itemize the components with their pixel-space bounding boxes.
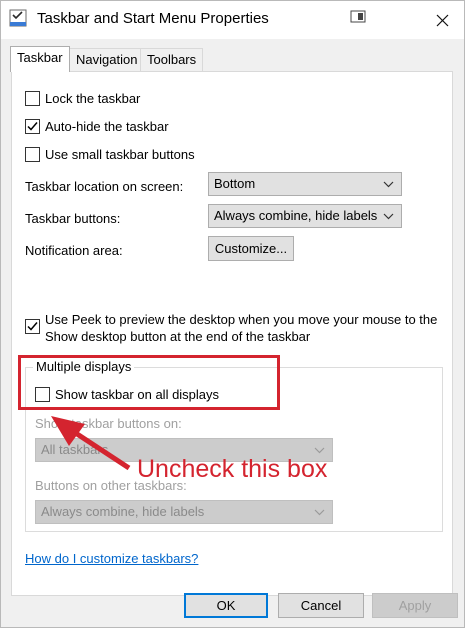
autohide-label: Auto-hide the taskbar xyxy=(45,119,169,134)
taskbar-buttons-value: Always combine, hide labels xyxy=(214,208,378,223)
chevron-down-icon xyxy=(314,509,325,516)
tab-taskbar[interactable]: Taskbar xyxy=(10,46,70,72)
chevron-down-icon xyxy=(383,213,394,220)
taskbar-app-icon xyxy=(9,9,27,27)
arrow-annotation-icon xyxy=(51,416,131,471)
notification-area-label: Notification area: xyxy=(25,243,123,258)
tab-toolbars[interactable]: Toolbars xyxy=(140,48,204,71)
small-buttons-checkbox[interactable] xyxy=(25,147,40,162)
small-buttons-row[interactable]: Use small taskbar buttons xyxy=(25,146,195,163)
lock-taskbar-label: Lock the taskbar xyxy=(45,91,141,106)
other-taskbars-select[interactable]: Always combine, hide labels xyxy=(35,500,333,524)
chevron-down-icon xyxy=(314,447,325,454)
help-link[interactable]: How do I customize taskbars? xyxy=(25,551,198,566)
location-select[interactable]: Bottom xyxy=(208,172,402,196)
chevron-down-icon xyxy=(383,181,394,188)
help-window-icon[interactable] xyxy=(349,9,371,25)
ok-button[interactable]: OK xyxy=(184,593,268,618)
title-bar: Taskbar and Start Menu Properties xyxy=(1,1,464,39)
taskbar-buttons-label: Taskbar buttons: xyxy=(25,211,121,226)
lock-taskbar-row[interactable]: Lock the taskbar xyxy=(25,90,140,107)
peek-checkbox[interactable] xyxy=(25,319,40,334)
autohide-row[interactable]: Auto-hide the taskbar xyxy=(25,118,169,135)
properties-dialog: Taskbar and Start Menu Properties Taskba… xyxy=(0,0,465,628)
other-taskbars-value: Always combine, hide labels xyxy=(41,504,205,519)
checkmark-icon xyxy=(27,122,38,131)
peek-label-line1: Use Peek to preview the desktop when you… xyxy=(45,312,438,327)
peek-row[interactable]: Use Peek to preview the desktop when you… xyxy=(25,311,437,345)
location-label: Taskbar location on screen: xyxy=(25,179,184,194)
checkmark-icon xyxy=(27,322,38,331)
annotation-text: Uncheck this box xyxy=(137,455,328,483)
close-button[interactable] xyxy=(421,3,463,37)
small-buttons-label: Use small taskbar buttons xyxy=(45,147,195,162)
customize-button[interactable]: Customize... xyxy=(208,236,294,261)
cancel-button[interactable]: Cancel xyxy=(278,593,364,618)
location-value: Bottom xyxy=(214,176,256,191)
tab-navigation[interactable]: Navigation xyxy=(69,48,145,71)
taskbar-buttons-select[interactable]: Always combine, hide labels xyxy=(208,204,402,228)
close-icon xyxy=(436,14,449,27)
apply-button[interactable]: Apply xyxy=(372,593,458,618)
lock-taskbar-checkbox[interactable] xyxy=(25,91,40,106)
peek-label: Use Peek to preview the desktop when you… xyxy=(45,311,437,345)
window-title: Taskbar and Start Menu Properties xyxy=(37,10,269,27)
peek-label-line2: Show desktop button at the end of the ta… xyxy=(45,329,311,344)
annotation-highlight-box xyxy=(18,355,280,410)
autohide-checkbox[interactable] xyxy=(25,119,40,134)
